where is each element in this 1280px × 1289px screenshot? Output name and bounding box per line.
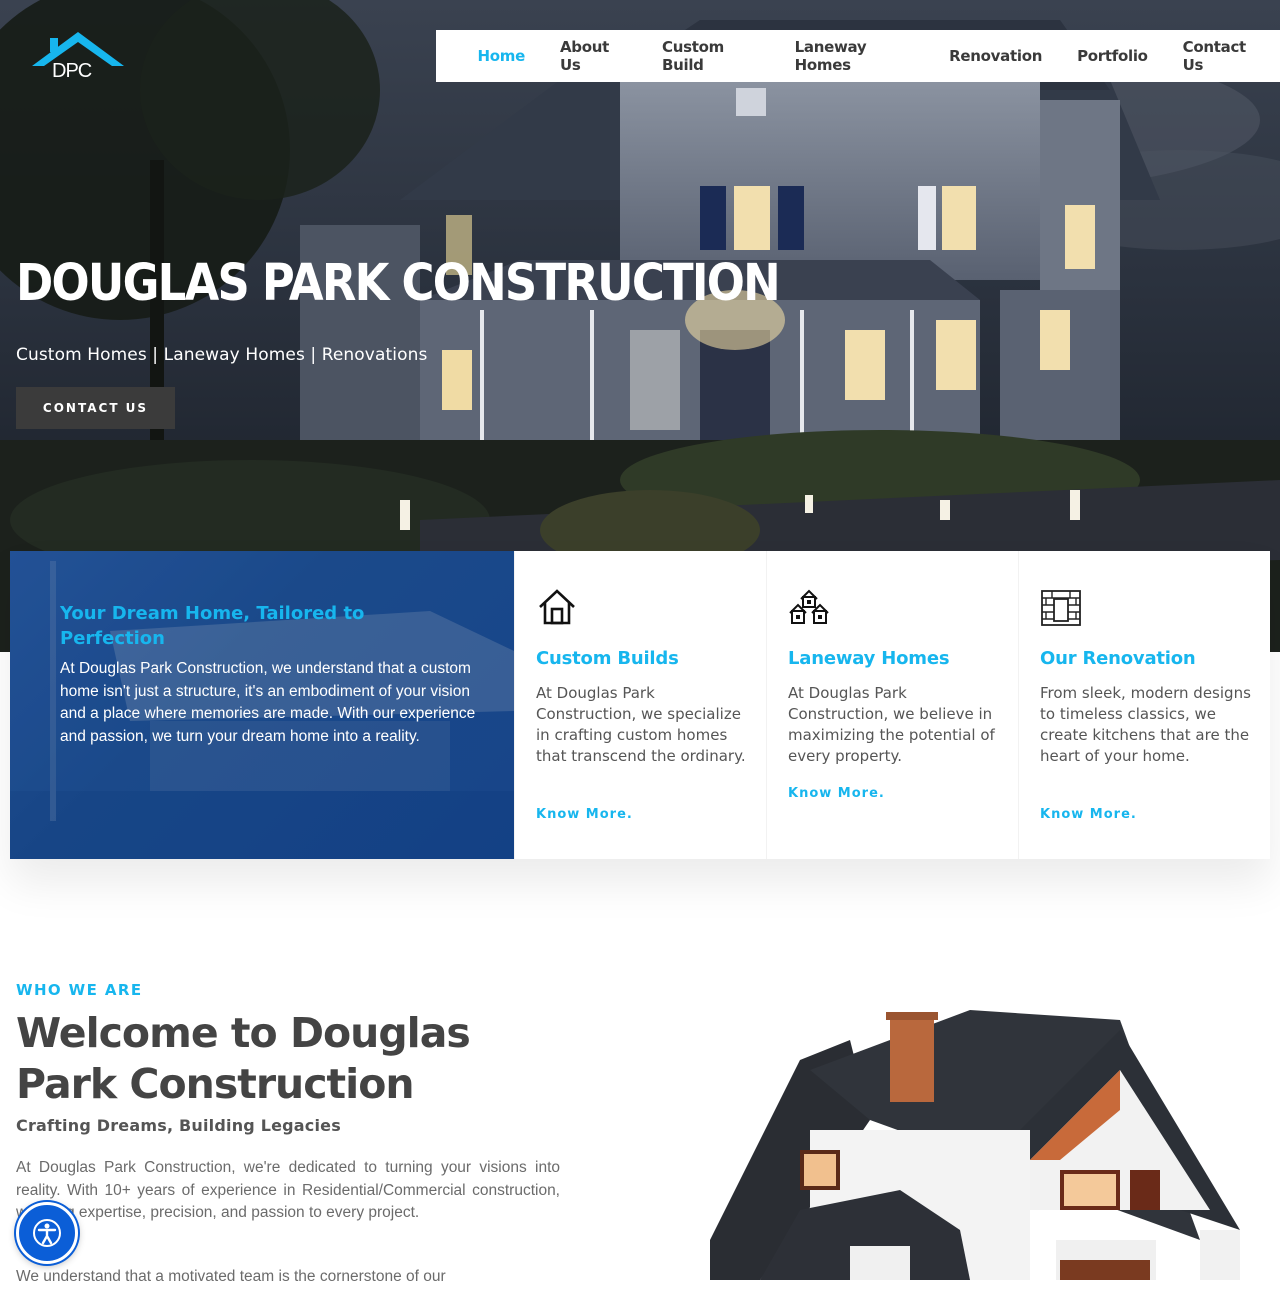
service-card-custom-builds: Custom Builds At Douglas Park Constructi… — [514, 551, 766, 859]
house-outline-icon — [539, 589, 575, 625]
nav-custom-build[interactable]: Custom Build — [644, 38, 777, 74]
intro-card-title: Your Dream Home, Tailored to Perfection — [60, 603, 365, 649]
service-card-laneway-homes: Laneway Homes At Douglas Park Constructi… — [766, 551, 1018, 859]
service-title: Our Renovation — [1040, 648, 1196, 669]
nav-portfolio[interactable]: Portfolio — [1060, 47, 1166, 65]
service-title: Custom Builds — [536, 648, 679, 669]
brick-wall-icon — [1041, 590, 1081, 626]
welcome-heading: Welcome to Douglas Park Construction — [16, 1009, 471, 1108]
service-body: At Douglas Park Construction, we believe… — [788, 684, 995, 765]
nav-renovation[interactable]: Renovation — [932, 47, 1060, 65]
know-more-link[interactable]: Know More. — [536, 807, 633, 822]
about-paragraph-2: We understand that a motivated team is t… — [16, 1268, 446, 1285]
who-we-are-eyebrow: WHO WE ARE — [16, 981, 143, 999]
service-title: Laneway Homes — [788, 648, 950, 669]
intro-card-body: At Douglas Park Construction, we underst… — [60, 660, 476, 745]
logo-text: DPC — [52, 60, 92, 82]
accessibility-button[interactable] — [16, 1202, 78, 1264]
houses-group-icon — [789, 589, 829, 624]
service-cards: Your Dream Home, Tailored to Perfection … — [10, 551, 1270, 859]
about-tagline: Crafting Dreams, Building Legacies — [16, 1116, 341, 1135]
hero-title: DOUGLAS PARK CONSTRUCTION — [16, 254, 781, 313]
service-card-renovation: Our Renovation From sleek, modern design… — [1018, 551, 1270, 859]
house-illustration — [710, 1010, 1240, 1280]
nav-laneway-homes[interactable]: Laneway Homes — [777, 38, 932, 74]
contact-us-button[interactable]: CONTACT US — [16, 387, 175, 429]
about-paragraph: At Douglas Park Construction, we're dedi… — [16, 1159, 560, 1222]
main-navigation: Home About Us Custom Build Laneway Homes… — [436, 30, 1280, 82]
nav-home[interactable]: Home — [460, 47, 542, 65]
service-body: At Douglas Park Construction, we special… — [536, 684, 746, 765]
know-more-link[interactable]: Know More. — [1040, 807, 1137, 822]
intro-card: Your Dream Home, Tailored to Perfection … — [10, 551, 514, 859]
service-body: From sleek, modern designs to timeless c… — [1040, 684, 1251, 765]
nav-about-us[interactable]: About Us — [542, 38, 644, 74]
accessibility-icon — [33, 1219, 61, 1247]
hero-subtitle: Custom Homes | Laneway Homes | Renovatio… — [16, 345, 428, 365]
nav-contact-us[interactable]: Contact Us — [1165, 38, 1280, 74]
know-more-link[interactable]: Know More. — [788, 786, 885, 801]
